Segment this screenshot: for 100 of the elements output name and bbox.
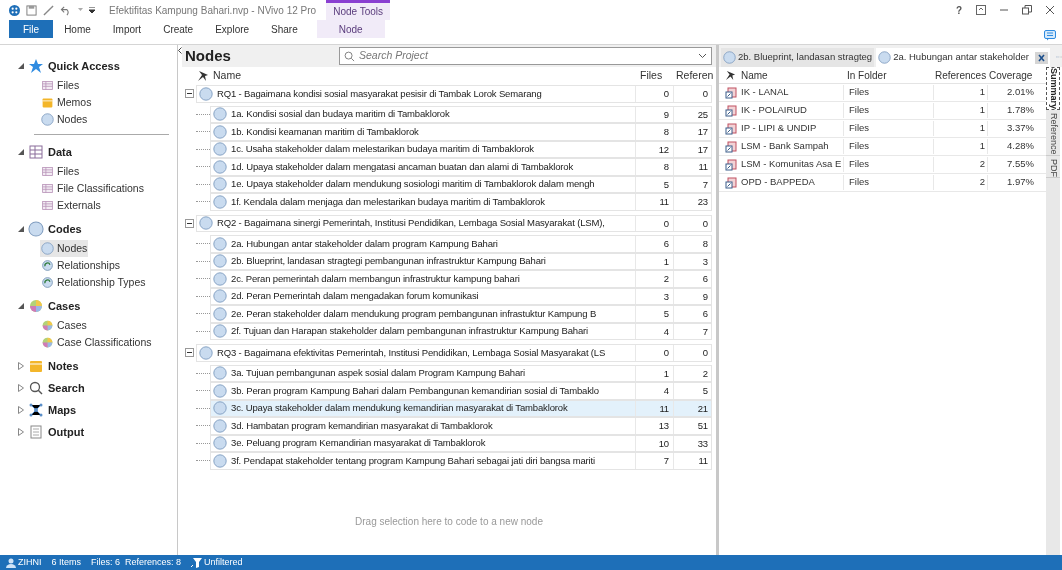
- node-row[interactable]: 2a. Hubungan antar stakeholder dalam program Kampung Bahari 6 8: [210, 235, 712, 253]
- filter-icon[interactable]: [191, 557, 203, 568]
- file-name[interactable]: LSM - Komunitas Asa E: [737, 157, 843, 172]
- restore-icon[interactable]: [1022, 5, 1032, 15]
- nav-item[interactable]: Files: [40, 77, 81, 94]
- nav-item[interactable]: Case Classifications: [40, 334, 153, 351]
- comment-icon[interactable]: [1044, 30, 1056, 41]
- expanded-arrow-icon[interactable]: [18, 149, 24, 155]
- column-header[interactable]: Files: [636, 68, 674, 84]
- node-row[interactable]: 3f. Pendapat stakeholder tentang program Kampung Bahari sebagai jati diri bangsa mariti 7 11: [210, 452, 712, 470]
- nav-item[interactable]: Nodes: [40, 111, 89, 128]
- collapsed-arrow-icon[interactable]: [18, 428, 24, 436]
- column-header[interactable]: Coverage: [986, 67, 1036, 83]
- save-icon[interactable]: [26, 4, 37, 16]
- node-row[interactable]: 2e. Peran stakeholder dalam mendukung program pembangunan infrastuktur Kampung B 5 6: [210, 305, 712, 323]
- side-tab[interactable]: Summary: [1046, 67, 1060, 111]
- nav-section-title[interactable]: Cases: [48, 297, 81, 315]
- pin-icon: [197, 70, 209, 82]
- node-icon: [213, 436, 227, 451]
- references-cell: 17: [673, 141, 711, 157]
- nav-section-title[interactable]: Codes: [48, 220, 82, 238]
- ribbon-tab[interactable]: Import: [101, 20, 153, 38]
- close-icon[interactable]: [1034, 51, 1048, 64]
- search-field[interactable]: Search Project: [339, 47, 712, 65]
- collapse-icon[interactable]: [184, 89, 194, 99]
- ribbon-tab[interactable]: Explore: [204, 20, 261, 38]
- expanded-arrow-icon[interactable]: [18, 226, 24, 232]
- node-row[interactable]: RQ1 - Bagaimana kondisi sosial masyarakat pesisir di Tambak Lorok Semarang 0 0: [196, 85, 712, 103]
- document-tab[interactable]: 2a. Hubungan antar stakeholder: [876, 48, 1050, 67]
- network-icon: [28, 402, 44, 418]
- collapse-icon[interactable]: [184, 348, 194, 358]
- node-name: 2e. Peran stakeholder dalam mendukung program pembangunan infrastuktur Kampung B: [231, 306, 597, 321]
- node-row[interactable]: 3d. Hambatan program kemandirian masyarakat di Tambaklorok 13 51: [210, 417, 712, 435]
- ribbon-tab[interactable]: File: [9, 20, 54, 38]
- file-name[interactable]: LSM - Bank Sampah: [737, 139, 843, 154]
- collapsed-arrow-icon[interactable]: [18, 384, 24, 392]
- node-row[interactable]: RQ3 - Bagaimana efektivitas Pemerintah, Institusi Pendidikan, Lembaga Sosial Masyarakat (LS 0 0: [196, 344, 712, 362]
- node-name: 2f. Tujuan dan Harapan stakeholder dalam pembangunan infrastruktur Kampung Bahari: [231, 324, 588, 339]
- ribbon-tab[interactable]: Home: [53, 20, 102, 38]
- nav-section-title[interactable]: Notes: [48, 357, 79, 375]
- nav-item[interactable]: Files: [40, 163, 81, 180]
- nav-item[interactable]: Nodes: [40, 240, 89, 257]
- node-row[interactable]: 1b. Kondisi keamanan maritim di Tambaklorok 8 17: [210, 123, 712, 141]
- column-header[interactable]: References: [932, 67, 986, 83]
- file-name[interactable]: OPD - BAPPEDA: [737, 175, 843, 190]
- collapsed-arrow-icon[interactable]: [18, 362, 24, 370]
- app-logo-icon[interactable]: [9, 4, 20, 16]
- folder-cell: Files: [843, 121, 933, 136]
- undo-icon[interactable]: [60, 4, 72, 16]
- references-cell: 33: [673, 435, 711, 451]
- node-row[interactable]: 3a. Tujuan pembangunan aspek sosial dalam Program Kampung Bahari 1 2: [210, 364, 712, 382]
- folder-cell: Files: [843, 103, 933, 118]
- document-tab[interactable]: 2b. Blueprint, landasan stragteg: [721, 48, 875, 67]
- help-button[interactable]: ?: [955, 2, 962, 18]
- collapse-pane-icon[interactable]: [178, 47, 182, 54]
- nav-item[interactable]: File Classifications: [40, 180, 145, 197]
- nav-item[interactable]: Externals: [40, 197, 102, 214]
- column-header[interactable]: Name: [736, 67, 842, 83]
- nav-section-title[interactable]: Output: [48, 423, 85, 441]
- search-input[interactable]: Search Project: [359, 48, 694, 64]
- nav-item[interactable]: Relationships: [40, 257, 122, 274]
- node-row[interactable]: 1a. Kondisi sosial dan budaya maritim di Tambaklorok 9 25: [210, 105, 712, 123]
- node-row[interactable]: 1d. Upaya stakeholder dalam mengatasi ancaman buatan dan alami di Tambaklorok 8 11: [210, 158, 712, 176]
- expanded-arrow-icon[interactable]: [18, 303, 24, 309]
- node-icon: [213, 142, 227, 157]
- close-icon[interactable]: [1046, 6, 1054, 14]
- column-header[interactable]: Name: [209, 68, 636, 84]
- node-name: 3b. Peran program Kampung Bahari dalam Pembangunan kemandirian sosial di Tambaklo: [231, 383, 599, 398]
- nav-item[interactable]: Memos: [40, 94, 93, 111]
- side-tab[interactable]: Reference: [1046, 113, 1060, 156]
- nav-section-title[interactable]: Search: [48, 379, 85, 397]
- column-header[interactable]: In Folder: [842, 67, 932, 83]
- node-row[interactable]: RQ2 - Bagaimana sinergi Pemerintah, Institusi Pendidikan, Lembaga Sosial Masyarakat (LSM), 0 0: [196, 214, 712, 232]
- collapse-icon[interactable]: [184, 218, 194, 228]
- customize-icon[interactable]: [89, 7, 95, 13]
- pen-icon[interactable]: [43, 4, 54, 16]
- column-header[interactable]: Referen: [674, 68, 712, 84]
- ribbon-display-icon[interactable]: [976, 5, 986, 15]
- files-cell: 7: [635, 453, 673, 469]
- file-name[interactable]: IP - LIPI & UNDIP: [737, 121, 843, 136]
- collapsed-arrow-icon[interactable]: [18, 406, 24, 414]
- ribbon-tab[interactable]: Create: [152, 20, 205, 38]
- files-cell: 10: [635, 435, 673, 451]
- nav-item[interactable]: Relationship Types: [40, 274, 147, 291]
- expanded-arrow-icon[interactable]: [18, 63, 24, 69]
- node-row[interactable]: 3b. Peran program Kampung Bahari dalam Pembangunan kemandirian sosial di Tambaklo 4 5: [210, 382, 712, 400]
- nav-section-title[interactable]: Maps: [48, 401, 77, 419]
- nav-item[interactable]: Cases: [40, 317, 88, 334]
- file-name[interactable]: IK - LANAL: [737, 85, 843, 100]
- node-row[interactable]: 2c. Peran pemerintah dalam membangun infrastruktur kampung bahari 2 6: [210, 270, 712, 288]
- nav-section-title[interactable]: Quick Access: [48, 57, 120, 75]
- nav-section-title[interactable]: Data: [48, 143, 72, 161]
- files-cell: 12: [635, 141, 673, 157]
- dropdown-icon[interactable]: [698, 53, 707, 59]
- references-cell: 17: [673, 124, 711, 140]
- ribbon-tab[interactable]: Share: [260, 20, 309, 38]
- references-cell: 7: [673, 176, 711, 192]
- file-name[interactable]: IK - POLAIRUD: [737, 103, 843, 118]
- side-tab[interactable]: PDF: [1046, 158, 1060, 178]
- node-row[interactable]: 1f. Kendala dalam menjaga dan melestarikan budaya maritim di Tambaklorok 11 23: [210, 193, 712, 211]
